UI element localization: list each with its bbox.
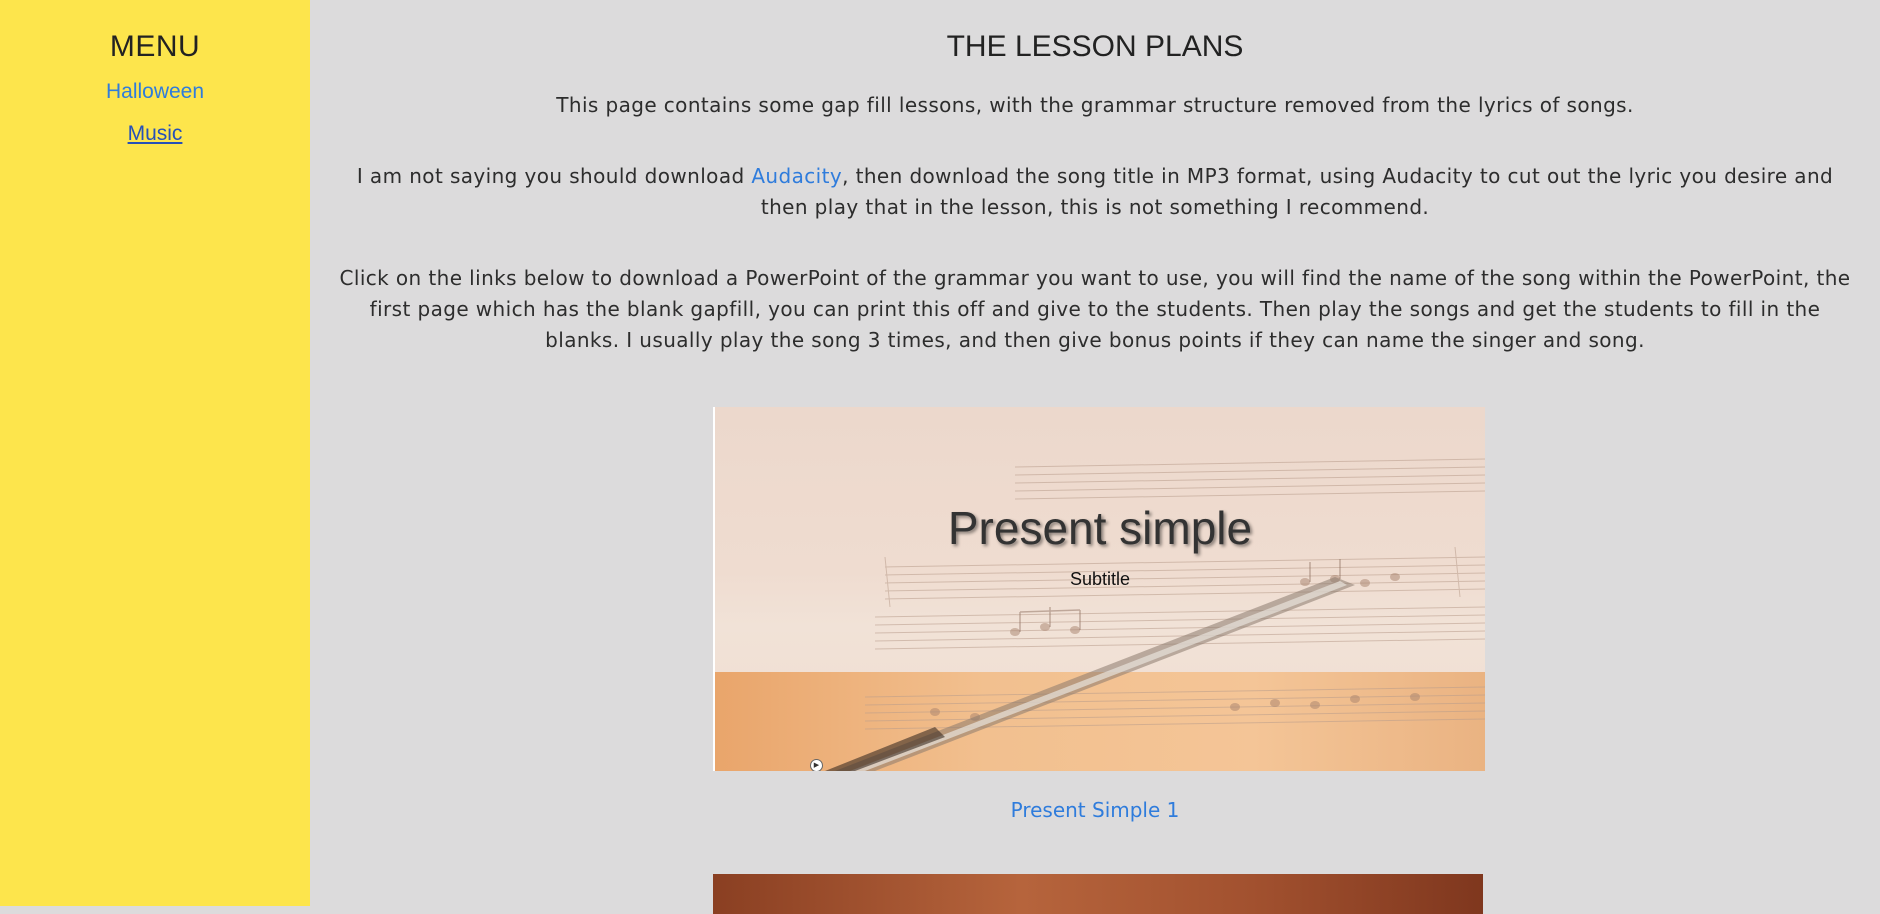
menu-title: MENU — [109, 30, 201, 63]
instructions-paragraph: Click on the links below to download a P… — [339, 266, 1851, 352]
present-simple-1-link[interactable]: Present Simple 1 — [310, 798, 1880, 822]
audacity-link[interactable]: Audacity — [751, 164, 842, 188]
sidebar-menu: MENU Halloween Music — [0, 0, 310, 906]
audacity-paragraph: I am not saying you should download Auda… — [310, 161, 1880, 223]
sidebar-item-halloween[interactable]: Halloween — [0, 80, 310, 104]
lesson-slide-preview[interactable]: Present simple Subtitle ▶ — [713, 407, 1485, 771]
play-icon[interactable]: ▶ — [810, 759, 823, 771]
audacity-paragraph-text-before: I am not saying you should download — [356, 164, 752, 188]
slide-subtitle: Subtitle — [1069, 569, 1131, 589]
intro-paragraph: This page contains some gap fill lessons… — [556, 93, 1634, 117]
page-title: THE LESSON PLANS — [946, 30, 1244, 63]
sidebar-item-music[interactable]: Music — [0, 122, 310, 146]
lesson-slide-preview-2[interactable] — [713, 874, 1483, 914]
slide-title: Present simple — [947, 502, 1253, 554]
main-content: THE LESSON PLANS This page contains some… — [310, 0, 1880, 914]
audacity-paragraph-text-after: , then download the song title in MP3 fo… — [760, 164, 1834, 219]
